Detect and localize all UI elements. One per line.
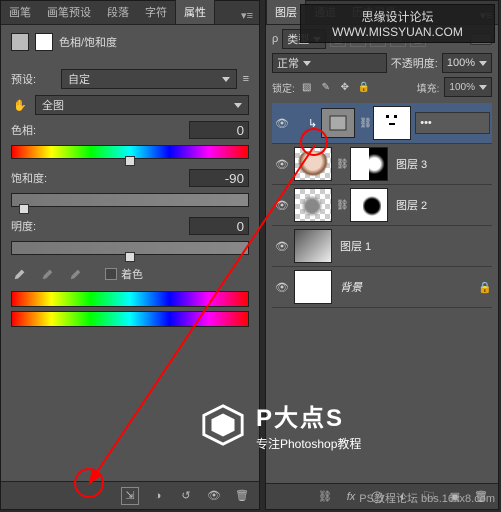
logo-subtitle: 专注Photoshop教程	[256, 435, 361, 452]
fx-icon[interactable]: fx	[342, 488, 360, 506]
lock-label: 锁定:	[272, 80, 295, 95]
chevron-down-icon	[479, 85, 487, 90]
clip-to-layer-icon[interactable]: ⇲	[121, 487, 139, 505]
layer-adjustment-hue-sat[interactable]: 👁 ↳ ⛓ •••	[272, 103, 492, 144]
hue-spectrum-bottom	[11, 311, 249, 327]
chevron-down-icon	[222, 77, 230, 82]
layer-thumb[interactable]	[294, 270, 332, 304]
adjustment-header: 色相/饱和度	[1, 25, 259, 59]
layer-row[interactable]: 👁 图层 1	[272, 226, 492, 267]
eyedropper-subtract-icon[interactable]	[67, 265, 85, 283]
logo-title: P大点S	[256, 398, 361, 433]
eyedropper-add-icon[interactable]	[39, 265, 57, 283]
visibility-toggle[interactable]: 👁	[274, 238, 290, 254]
layer-thumb[interactable]	[294, 229, 332, 263]
preset-value: 自定	[68, 71, 90, 87]
blend-mode-dropdown[interactable]: 正常	[272, 53, 387, 73]
saturation-slider[interactable]	[11, 193, 249, 207]
logo-icon	[200, 402, 246, 448]
preset-label: 预设:	[11, 71, 55, 87]
visibility-toggle[interactable]: 👁	[274, 197, 290, 213]
layer-thumb[interactable]	[294, 188, 332, 222]
clip-indicator-icon: ↳	[308, 117, 317, 130]
lightness-slider-thumb[interactable]	[125, 252, 135, 262]
fill-label: 填充:	[417, 80, 440, 95]
layer-name[interactable]: •••	[415, 112, 490, 134]
toggle-visibility-icon[interactable]: 👁	[205, 487, 223, 505]
hue-label: 色相:	[11, 122, 36, 138]
layer-row-background[interactable]: 👁 背景 🔒	[272, 267, 492, 308]
hue-input[interactable]	[189, 121, 249, 139]
watermark-top: 思缘设计论坛 WWW.MISSYUAN.COM	[300, 4, 495, 43]
properties-bottom-bar: ⇲ ◑ ↺ 👁 🗑	[1, 481, 259, 509]
opacity-value: 100%	[447, 57, 475, 69]
watermark-bottom: PS教程论坛 bbs.16xx8.com	[359, 490, 495, 506]
mask-link-icon[interactable]: ⛓	[336, 200, 346, 211]
layer-name[interactable]: 图层 2	[392, 197, 490, 213]
visibility-toggle[interactable]: 👁	[274, 279, 290, 295]
saturation-slider-thumb[interactable]	[19, 204, 29, 214]
opacity-label: 不透明度:	[391, 55, 438, 71]
tab-brush[interactable]: 画笔	[1, 0, 39, 24]
lock-pixels-icon[interactable]: ✎	[319, 80, 333, 94]
channel-value: 全图	[42, 97, 64, 113]
preset-dropdown[interactable]: 自定	[61, 69, 237, 89]
mask-link-icon[interactable]: ⛓	[359, 118, 369, 129]
mask-icon[interactable]	[35, 33, 53, 51]
opacity-input[interactable]: 100%	[442, 53, 492, 73]
lightness-label: 明度:	[11, 218, 36, 234]
lock-indicator-icon: 🔒	[478, 281, 490, 293]
layer-thumb[interactable]	[294, 147, 332, 181]
lightness-input[interactable]	[189, 217, 249, 235]
layer-row[interactable]: 👁 ⛓ 图层 3	[272, 144, 492, 185]
reset-icon[interactable]: ↺	[177, 487, 195, 505]
delete-adjustment-icon[interactable]: 🗑	[233, 487, 251, 505]
lock-transparency-icon[interactable]: ▧	[300, 80, 314, 94]
lock-position-icon[interactable]: ✥	[338, 80, 352, 94]
eyedropper-icon[interactable]	[11, 265, 29, 283]
layer-mask-thumb[interactable]	[373, 106, 411, 140]
logo-watermark: P大点S 专注Photoshop教程	[200, 398, 361, 452]
targeted-adjustment-icon[interactable]: ✋	[11, 96, 29, 114]
preset-menu-icon[interactable]: ≡	[243, 73, 249, 85]
layer-name[interactable]: 背景	[336, 279, 474, 295]
prev-state-icon[interactable]: ◑	[149, 487, 167, 505]
lock-all-icon[interactable]: 🔒	[357, 80, 371, 94]
visibility-toggle[interactable]: 👁	[274, 115, 290, 131]
tab-properties[interactable]: 属性	[175, 0, 215, 24]
layer-mask-thumb[interactable]	[350, 188, 388, 222]
fill-input[interactable]: 100%	[444, 77, 492, 97]
hue-slider[interactable]	[11, 145, 249, 159]
colorize-checkbox[interactable]: 着色	[105, 266, 143, 282]
chevron-down-icon	[479, 61, 487, 66]
visibility-toggle[interactable]: 👁	[274, 156, 290, 172]
hue-spectrum-top	[11, 291, 249, 307]
layer-name[interactable]: 图层 3	[392, 156, 490, 172]
chevron-down-icon	[303, 61, 311, 66]
adjustment-thumb[interactable]	[321, 108, 355, 138]
hue-sat-icon	[11, 33, 29, 51]
lightness-slider[interactable]	[11, 241, 249, 255]
adjustment-title: 色相/饱和度	[59, 34, 117, 50]
chevron-down-icon	[234, 103, 242, 108]
channel-dropdown[interactable]: 全图	[35, 95, 249, 115]
colorize-label: 着色	[121, 266, 143, 282]
blend-mode-value: 正常	[277, 55, 299, 71]
properties-tabbar: 画笔 画笔预设 段落 字符 属性 ▾≡	[1, 1, 259, 25]
panel-menu-icon[interactable]: ▾≡	[235, 7, 259, 24]
saturation-label: 饱和度:	[11, 170, 47, 186]
layer-name[interactable]: 图层 1	[336, 238, 490, 254]
layer-mask-thumb[interactable]	[350, 147, 388, 181]
tab-character[interactable]: 字符	[137, 0, 175, 24]
mask-link-icon[interactable]: ⛓	[336, 159, 346, 170]
link-layers-icon[interactable]: ⛓	[316, 488, 334, 506]
hue-slider-thumb[interactable]	[125, 156, 135, 166]
saturation-input[interactable]	[189, 169, 249, 187]
fill-value: 100%	[449, 82, 475, 93]
tab-brush-presets[interactable]: 画笔预设	[39, 0, 99, 24]
tab-paragraph[interactable]: 段落	[99, 0, 137, 24]
layer-row[interactable]: 👁 ⛓ 图层 2	[272, 185, 492, 226]
